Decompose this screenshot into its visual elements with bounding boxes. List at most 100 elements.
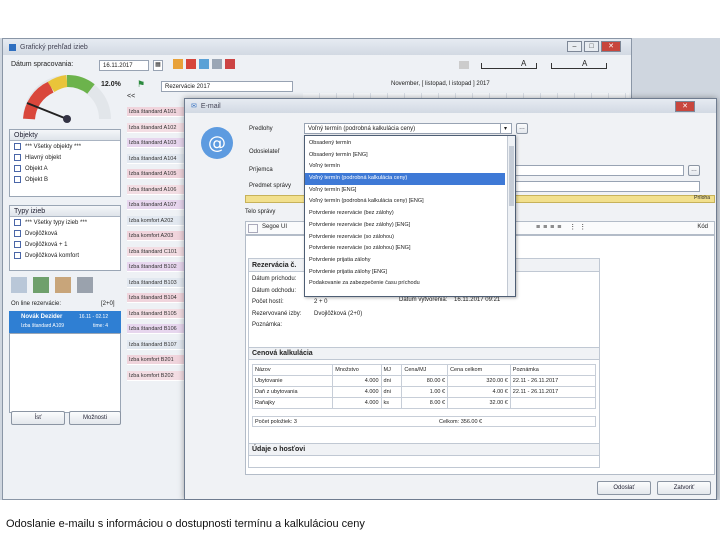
room-row-label[interactable]: Izba štandard A103 — [127, 138, 185, 148]
options-button[interactable]: Možnosti — [69, 411, 121, 425]
online-reservation-item[interactable]: Novák Dezider Izba štandard A109 16.11 -… — [9, 311, 121, 333]
price-cell: 320.00 € — [447, 375, 511, 387]
created-value: 16.11.2017 09:21 — [454, 297, 501, 303]
price-row: Ubytovanie 4.000 dni 80.00 €320.00 €22.11 -… — [251, 375, 597, 387]
checkbox-icon[interactable] — [14, 219, 21, 226]
print-icon[interactable] — [77, 277, 93, 293]
dialog-close-button[interactable]: ✕ — [675, 101, 695, 112]
roomtypes-header: Typy izieb — [10, 206, 120, 217]
template-option[interactable]: Potvrdenie prijatia zálohy [ENG] — [305, 267, 505, 279]
template-option[interactable]: Potvrdenie rezervácie (bez zálohy) — [305, 208, 505, 220]
body-label: Telo správy — [245, 209, 276, 215]
price-cell: ks — [380, 397, 403, 409]
checkbox-icon[interactable] — [14, 252, 21, 259]
date-field[interactable]: 16.11.2017 — [99, 60, 149, 71]
template-option[interactable]: Obsadený termín — [305, 138, 505, 150]
online-item-detail: Izba štandard A109 — [21, 323, 65, 329]
object-item[interactable]: Objekt A — [10, 163, 120, 174]
checkbox-icon[interactable] — [14, 230, 21, 237]
close-dialog-button[interactable]: Zatvoriť — [657, 481, 711, 495]
template-option[interactable]: Voľný termín [ENG] — [305, 185, 505, 197]
checkbox-icon[interactable] — [14, 241, 21, 248]
roomtype-item[interactable]: Dvojlôžková + 1 — [10, 239, 120, 250]
nav-prev-button[interactable]: << — [127, 93, 135, 100]
align-icons[interactable]: ≡≡≡≡ ⋮⋮ — [536, 223, 589, 231]
price-row: Raňajky 4.000 ks 8.00 €32.00 € — [251, 397, 597, 409]
bed-icon[interactable] — [55, 277, 71, 293]
print-icon[interactable] — [212, 59, 222, 69]
cut-icon[interactable] — [248, 224, 258, 233]
object-select[interactable]: Rezervácie 2017 — [161, 81, 293, 92]
objects-header: Objekty — [10, 130, 120, 141]
gauge-percentage: 12.0% — [101, 81, 121, 88]
template-option[interactable]: Potvrdenie rezervácie (bez zálohy) [ENG] — [305, 220, 505, 232]
roomtype-item[interactable]: *** Všetky typy izieb *** — [10, 217, 120, 228]
delete-icon[interactable] — [186, 59, 196, 69]
minimize-button[interactable]: – — [567, 41, 582, 52]
price-cell: 4.000 — [332, 397, 382, 409]
price-cell: dni — [380, 375, 403, 387]
screenshot-area: Grafický prehľad izieb – □ ✕ Dátum sprac… — [0, 38, 720, 500]
template-option[interactable]: Potvrdenie prijatia zálohy — [305, 255, 505, 267]
main-titlebar: Grafický prehľad izieb — [3, 39, 631, 55]
flag-icon[interactable]: ⚑ — [137, 79, 147, 89]
font-select[interactable]: Segoe UI — [262, 224, 287, 230]
object-item[interactable]: Objekt B — [10, 174, 120, 185]
template-option[interactable]: Obsadený termín [ENG] — [305, 150, 505, 162]
template-label: Predlohy — [249, 126, 273, 132]
stop-icon[interactable] — [225, 59, 235, 69]
people-icon[interactable] — [33, 277, 49, 293]
object-item[interactable]: *** Všetky objekty *** — [10, 141, 120, 152]
object-item[interactable]: Hlavný objekt — [10, 152, 120, 163]
to-label: Príjemca — [249, 167, 273, 173]
template-option[interactable]: Potvrdenie rezervácie (so zálohou) — [305, 232, 505, 244]
template-select[interactable]: Voľný termín (podrobná kalkulácia ceny) … — [304, 123, 512, 134]
template-more-button[interactable]: … — [516, 123, 528, 134]
dropdown-scrollbar[interactable] — [507, 136, 515, 296]
room-row-label[interactable]: Izba štandard A105 — [127, 169, 185, 179]
price-cell: 22.11 - 26.11.2017 — [509, 386, 597, 398]
roomtype-item[interactable]: Dvojlôžková komfort — [10, 250, 120, 261]
room-row-label[interactable]: Izba štandard A106 — [127, 184, 185, 195]
total-sum: Celkom: 356.00 € — [439, 419, 483, 425]
chevron-down-icon[interactable]: ▾ — [500, 124, 510, 133]
close-button[interactable]: ✕ — [601, 41, 621, 52]
template-option[interactable]: Voľný termín (podrobná kalkulácia ceny) … — [305, 196, 505, 208]
room-row-label[interactable]: Izba štandard A104 — [127, 153, 185, 164]
room-row-label[interactable]: Izba štandard B103 — [127, 277, 185, 288]
online-list-empty — [9, 333, 121, 413]
calendar-view-icon[interactable] — [11, 277, 27, 293]
room-row-label[interactable]: Izba komfort B201 — [127, 355, 185, 365]
room-row-label[interactable]: Izba komfort A202 — [127, 215, 185, 226]
template-option[interactable]: Potvrdenie rezervácie (so zálohou) [ENG] — [305, 243, 505, 255]
room-row-label[interactable]: Izba štandard C101 — [127, 246, 185, 257]
copy-icon[interactable] — [199, 59, 209, 69]
folder-icon[interactable] — [173, 59, 183, 69]
room-row-label[interactable]: Izba štandard A102 — [127, 122, 185, 133]
template-dropdown-list[interactable]: Obsadený termín Obsadený termín [ENG] Voľn… — [304, 135, 516, 297]
room-row-label[interactable]: Izba štandard B107 — [127, 339, 185, 350]
created-label: Dátum vytvorenia: — [399, 297, 448, 303]
reservation-row-label: Dátum odchodu: — [252, 287, 297, 294]
to-more-button[interactable]: … — [688, 165, 700, 176]
template-option[interactable]: Podakovanie za zabezpečenie času príchod… — [305, 278, 505, 290]
room-row-label[interactable]: Izba štandard A101 — [127, 107, 185, 117]
room-row-label[interactable]: Izba komfort B202 — [127, 370, 185, 381]
go-button[interactable]: Ísť — [11, 411, 65, 425]
calendar-icon[interactable]: ▦ — [153, 60, 163, 71]
room-row-label[interactable]: Izba štandard A107 — [127, 200, 185, 210]
template-option[interactable]: Voľný termín — [305, 161, 505, 173]
room-row-label[interactable]: Izba komfort A203 — [127, 231, 185, 241]
online-label: On line rezervácie: — [11, 301, 62, 307]
room-row-label[interactable]: Izba štandard B102 — [127, 262, 185, 272]
room-row-label[interactable]: Izba štandard B104 — [127, 293, 185, 303]
send-button[interactable]: Odoslať — [597, 481, 651, 495]
template-option[interactable]: Voľný termín (podrobná kalkulácia ceny) — [305, 173, 505, 185]
room-row-label[interactable]: Izba štandard B106 — [127, 324, 185, 334]
edit-icon[interactable] — [459, 61, 469, 69]
maximize-button[interactable]: □ — [584, 41, 599, 52]
scrollbar-thumb[interactable] — [509, 146, 514, 206]
code-button[interactable]: Kód — [697, 224, 708, 230]
roomtype-item[interactable]: Dvojlôžková — [10, 228, 120, 239]
room-row-label[interactable]: Izba štandard B105 — [127, 308, 185, 319]
